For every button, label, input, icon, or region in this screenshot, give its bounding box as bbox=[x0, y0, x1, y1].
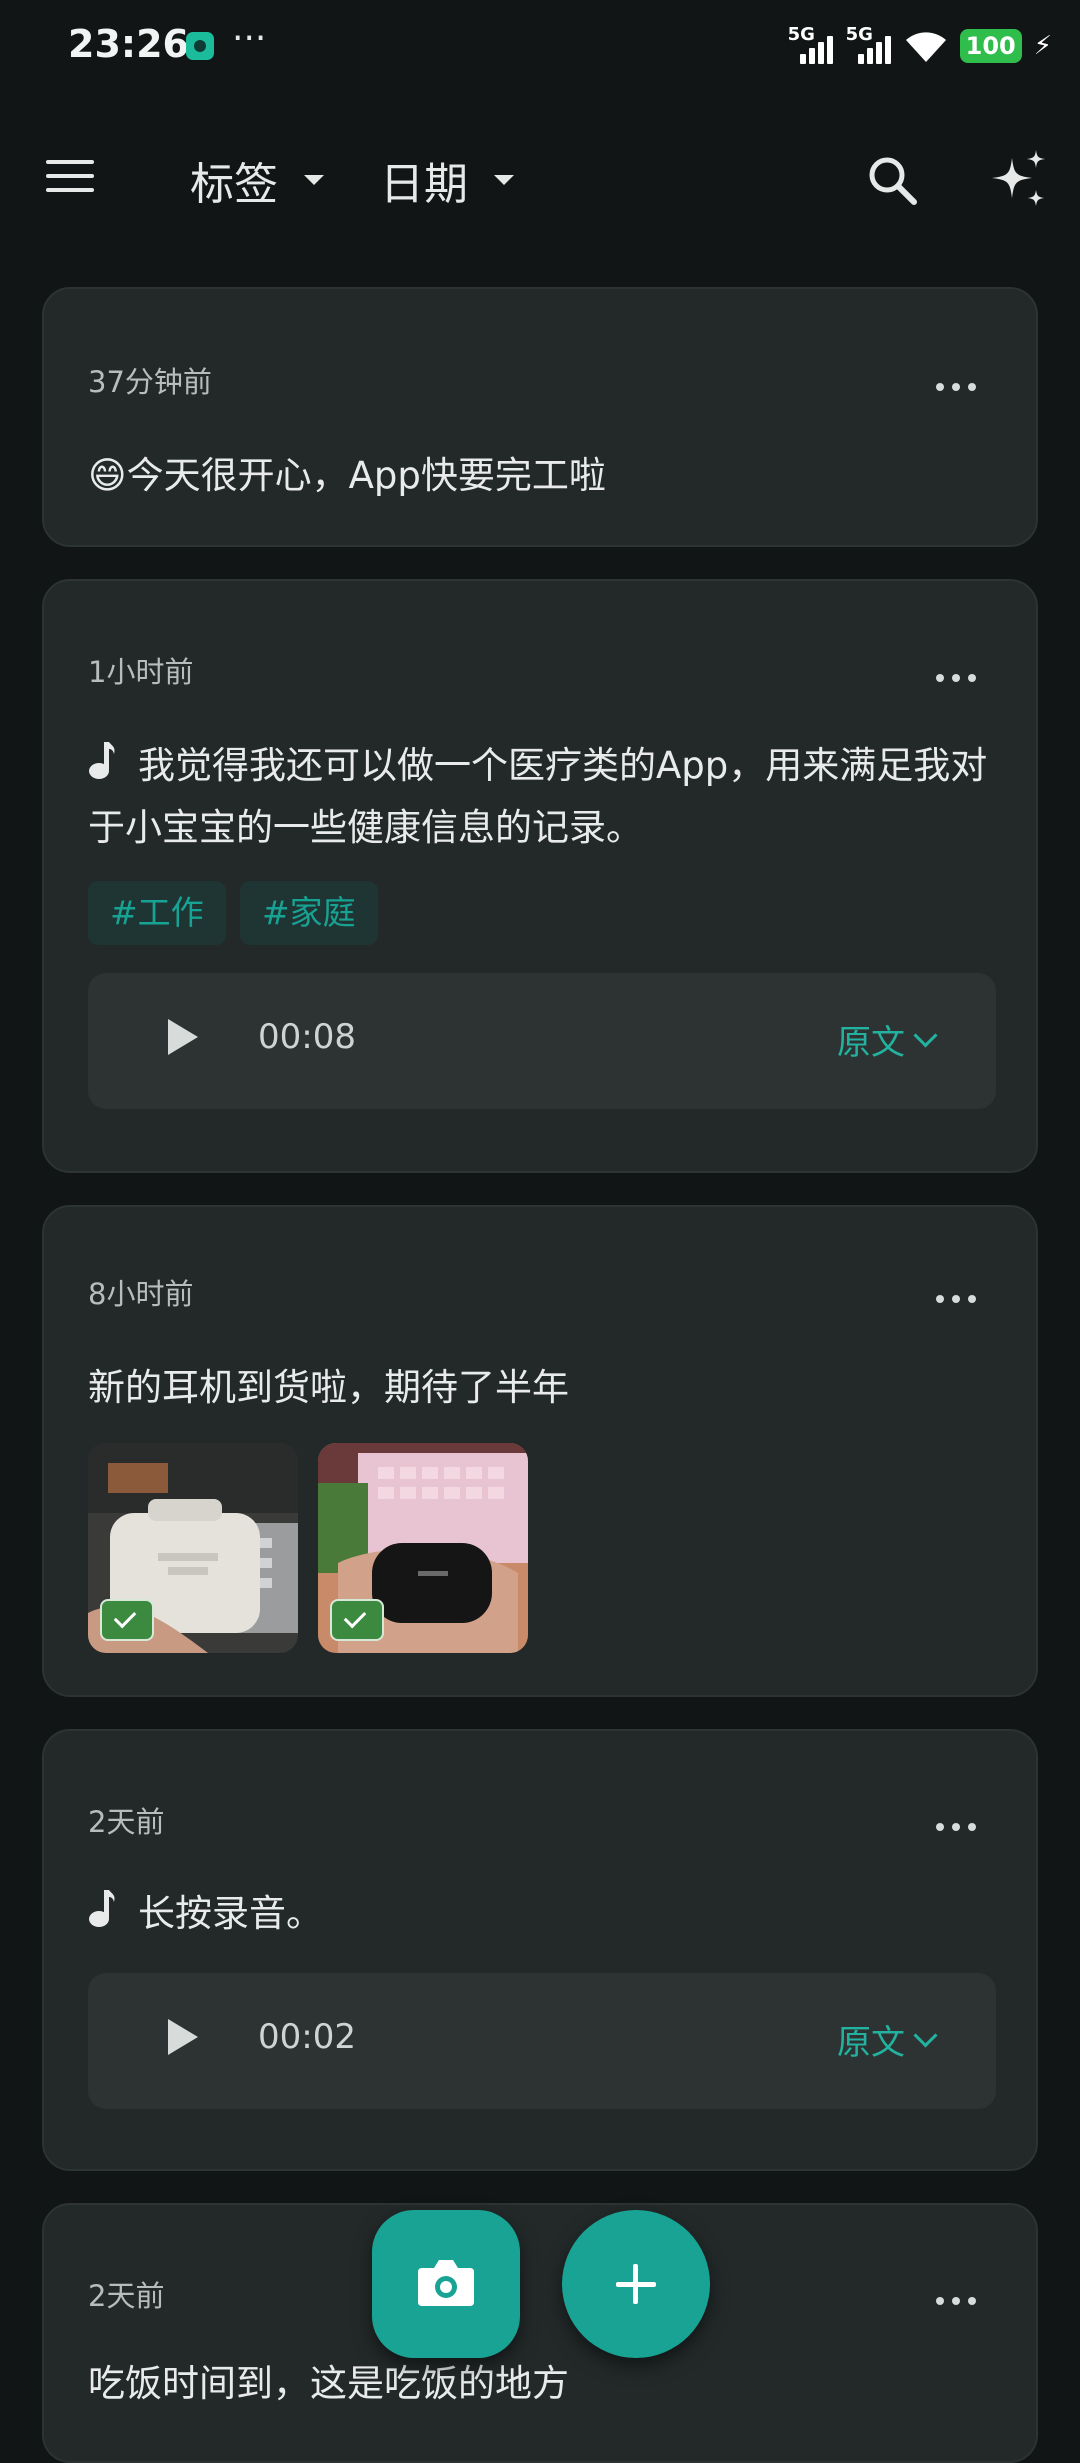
image-thumbnail[interactable] bbox=[88, 1443, 298, 1653]
note-card[interactable]: 2天前 吃饭时间到，这是吃饭的地方 bbox=[42, 2203, 1038, 2463]
signal-icon: 5G bbox=[787, 24, 834, 66]
note-time: 2天前 bbox=[88, 2279, 165, 2313]
play-icon[interactable] bbox=[168, 2019, 198, 2055]
menu-icon[interactable] bbox=[46, 156, 96, 196]
sparkle-icon[interactable] bbox=[986, 148, 1050, 212]
signal-icon: 5G bbox=[845, 24, 892, 66]
note-card[interactable]: 37分钟前 😄今天很开心，App快要完工啦 bbox=[42, 287, 1038, 547]
image-gallery bbox=[88, 1443, 528, 1653]
note-time: 1小时前 bbox=[88, 655, 194, 689]
tag-list: #工作 #家庭 bbox=[88, 881, 688, 945]
caret-down-icon bbox=[304, 175, 324, 185]
show-original-label: 原文 bbox=[837, 1023, 905, 1063]
more-options-icon[interactable] bbox=[936, 377, 976, 397]
audio-player: 00:02 原文 bbox=[88, 1973, 996, 2109]
note-text: 长按录音。 bbox=[138, 1892, 323, 1935]
camera-button[interactable] bbox=[372, 2210, 520, 2358]
caret-down-icon bbox=[494, 175, 514, 185]
note-text: 新的耳机到货啦，期待了半年 bbox=[88, 1366, 569, 1409]
note-text: 我觉得我还可以做一个医疗类的App，用来满足我对于小宝宝的一些健康信息的记录。 bbox=[88, 744, 988, 849]
note-text: 吃饭时间到，这是吃饭的地方 bbox=[88, 2362, 569, 2405]
show-original-toggle[interactable]: 原文 bbox=[837, 2015, 938, 2064]
show-original-toggle[interactable]: 原文 bbox=[837, 1015, 938, 1064]
note-content: 长按录音。 bbox=[88, 1883, 992, 1945]
note-time: 37分钟前 bbox=[88, 365, 212, 399]
battery-indicator: 100 bbox=[959, 29, 1022, 63]
audio-player: 00:08 原文 bbox=[88, 973, 996, 1109]
tag-chip[interactable]: #工作 bbox=[88, 881, 226, 945]
wifi-icon bbox=[905, 32, 946, 62]
more-options-icon[interactable] bbox=[936, 2291, 976, 2311]
search-icon[interactable] bbox=[864, 152, 920, 208]
tag-chip[interactable]: #家庭 bbox=[240, 881, 378, 945]
tags-filter-dropdown[interactable]: 标签 bbox=[190, 148, 324, 212]
note-card[interactable]: 2天前 长按录音。 00:02 原文 bbox=[42, 1729, 1038, 2171]
note-content: 我觉得我还可以做一个医疗类的App，用来满足我对于小宝宝的一些健康信息的记录。 bbox=[88, 735, 992, 859]
audio-duration: 00:08 bbox=[258, 1017, 356, 1057]
note-time: 2天前 bbox=[88, 1805, 165, 1839]
top-app-bar: 标签 日期 bbox=[0, 130, 1080, 226]
image-thumbnail[interactable] bbox=[318, 1443, 528, 1653]
music-note-icon bbox=[89, 742, 115, 779]
status-indicators: 5G 5G 100 ⚡ bbox=[788, 24, 1052, 68]
date-filter-dropdown[interactable]: 日期 bbox=[380, 148, 514, 212]
chevron-down-icon bbox=[913, 2023, 938, 2048]
audio-duration: 00:02 bbox=[258, 2017, 356, 2057]
note-card[interactable]: 1小时前 我觉得我还可以做一个医疗类的App，用来满足我对于小宝宝的一些健康信息… bbox=[42, 579, 1038, 1173]
note-time: 8小时前 bbox=[88, 1277, 194, 1311]
add-note-button[interactable] bbox=[562, 2210, 710, 2358]
network-type: 5G bbox=[787, 24, 815, 45]
date-filter-label: 日期 bbox=[380, 159, 468, 210]
camera-icon bbox=[418, 2260, 474, 2306]
more-options-icon[interactable] bbox=[936, 1817, 976, 1837]
selected-check-icon bbox=[100, 1599, 154, 1641]
more-options-icon[interactable] bbox=[936, 1289, 976, 1309]
selected-check-icon bbox=[330, 1599, 384, 1641]
play-icon[interactable] bbox=[168, 1019, 198, 1055]
status-time: 23:26 bbox=[68, 22, 189, 66]
note-text: 😄今天很开心，App快要完工啦 bbox=[88, 454, 606, 497]
status-bar: 23:26 ··· 5G 5G 100 ⚡ bbox=[0, 0, 1080, 92]
app-notification-icon bbox=[186, 32, 214, 60]
show-original-label: 原文 bbox=[837, 2023, 905, 2063]
chevron-down-icon bbox=[913, 1023, 938, 1048]
more-options-icon[interactable] bbox=[936, 668, 976, 688]
status-more-icon: ··· bbox=[232, 18, 267, 59]
note-card[interactable]: 8小时前 新的耳机到货啦，期待了半年 bbox=[42, 1205, 1038, 1697]
charging-icon: ⚡ bbox=[1033, 31, 1052, 61]
network-type: 5G bbox=[845, 24, 873, 45]
tags-filter-label: 标签 bbox=[190, 159, 278, 210]
music-note-icon bbox=[89, 1890, 115, 1927]
